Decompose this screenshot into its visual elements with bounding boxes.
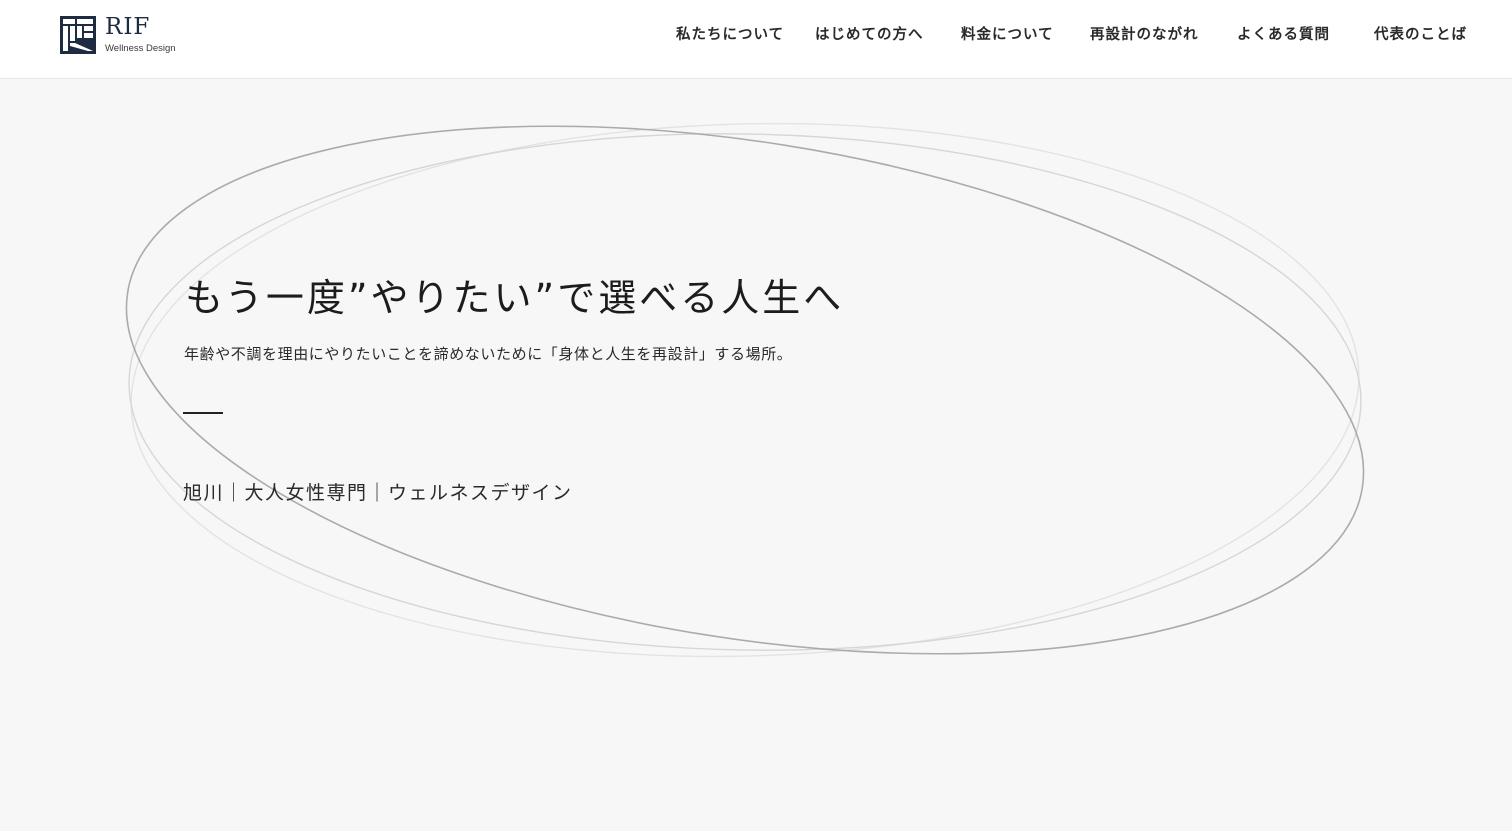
nav-item-redesign-flow[interactable]: 再設計のながれ	[1090, 24, 1199, 46]
hero-subtitle: 年齢や不調を理由にやりたいことを諦めないために「身体と人生を再設計」する場所。	[184, 345, 793, 363]
hero-tagline: 旭川｜大人女性専門｜ウェルネスデザイン	[183, 482, 573, 504]
nav-item-about[interactable]: 私たちについて	[676, 24, 784, 46]
nav-item-faq[interactable]: よくある質問	[1237, 24, 1330, 46]
hero-title: もう一度”やりたい”で選べる人生へ	[185, 276, 845, 320]
nav-item-message[interactable]: 代表のことば	[1374, 24, 1467, 46]
main-nav: 私たちについて はじめての方へ 料金について 再設計のながれ よくある質問 代表…	[0, 24, 1512, 48]
decorative-ellipses	[125, 122, 1365, 658]
nav-item-first-visit[interactable]: はじめての方へ	[815, 24, 924, 46]
hero-divider	[183, 412, 223, 414]
nav-item-pricing[interactable]: 料金について	[961, 24, 1054, 46]
site-header: RIF Wellness Design 私たちについて はじめての方へ 料金につ…	[0, 0, 1512, 79]
